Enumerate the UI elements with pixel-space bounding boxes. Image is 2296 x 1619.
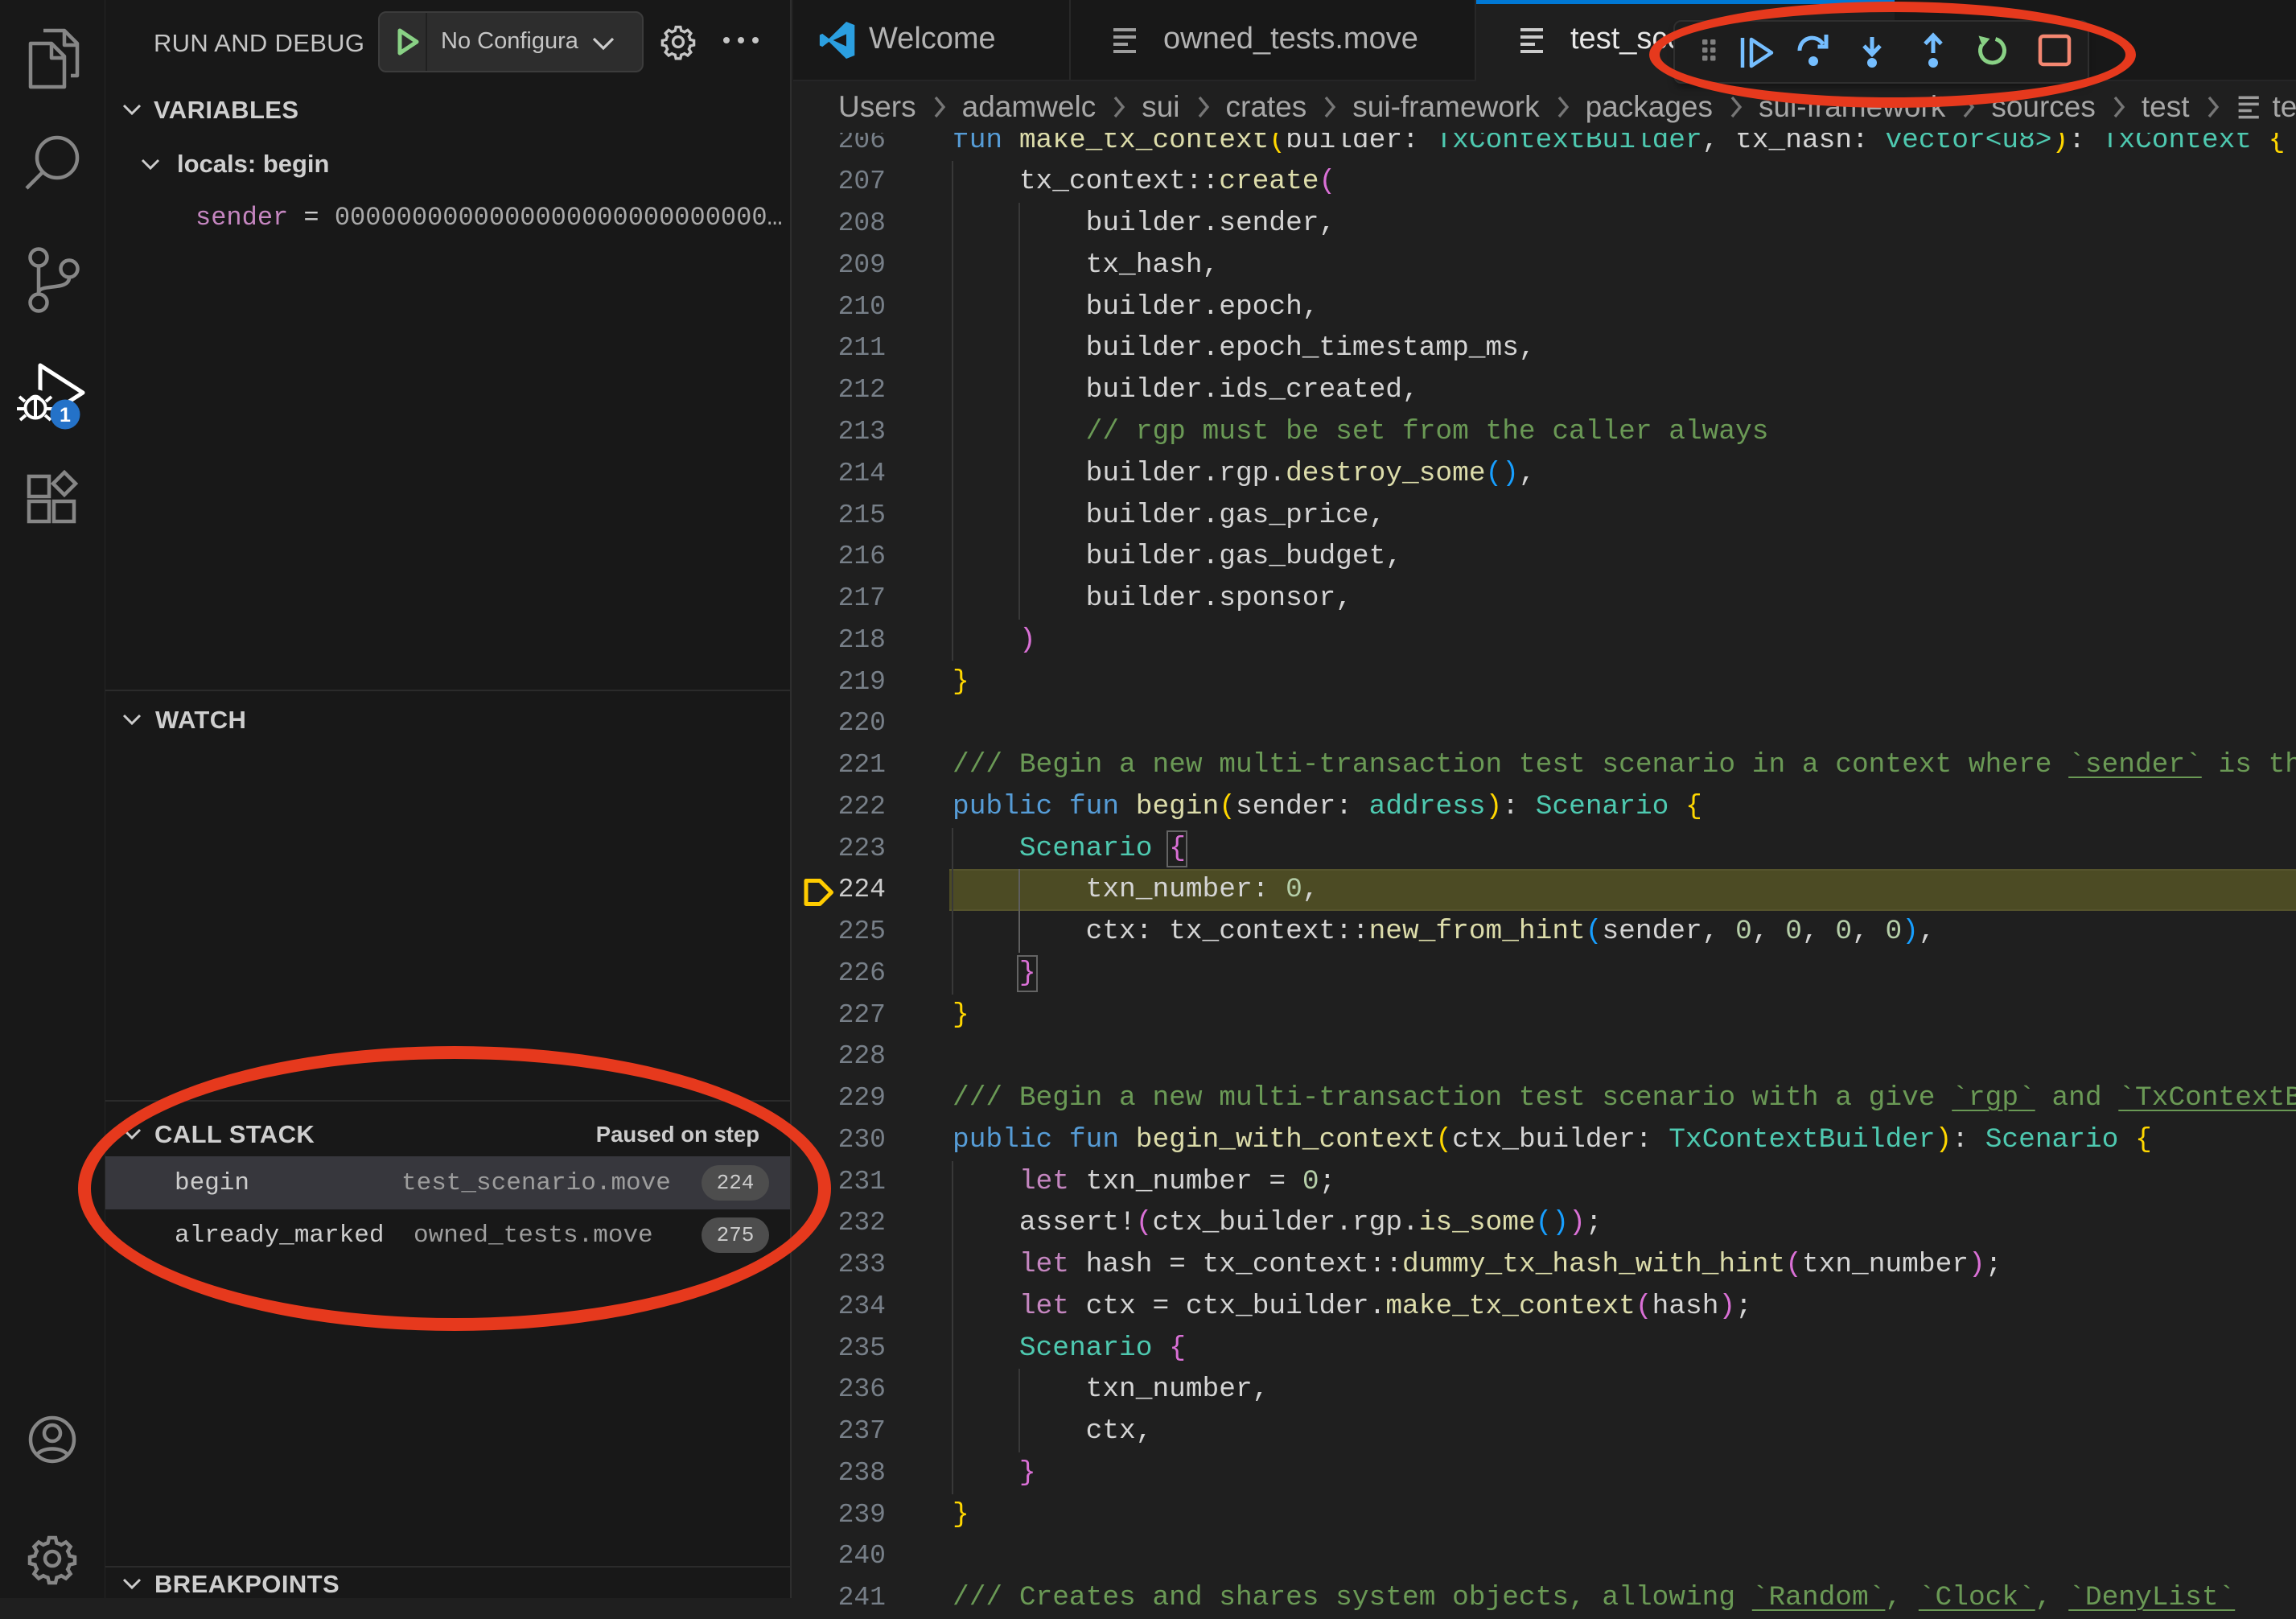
svg-text:1: 1	[60, 404, 71, 426]
